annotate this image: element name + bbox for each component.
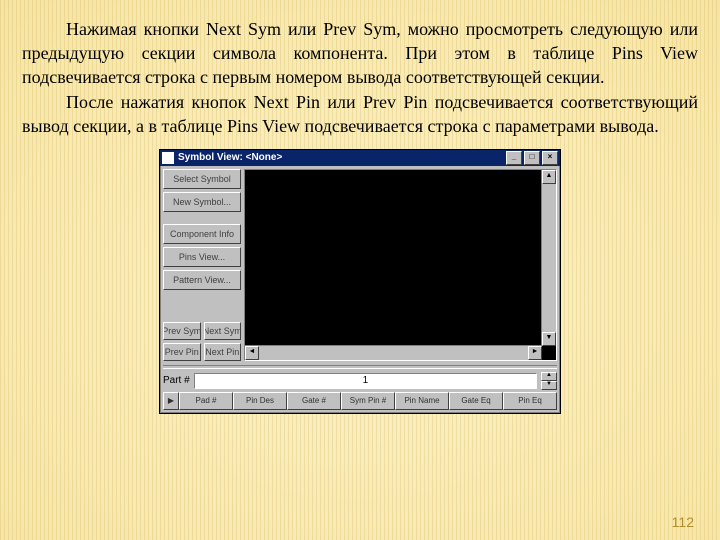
part-label: Part # — [163, 375, 190, 386]
vertical-scrollbar[interactable]: ▲ ▼ — [541, 170, 556, 346]
spin-down-icon[interactable]: ▼ — [541, 381, 557, 390]
paragraph-2: После нажатия кнопок Next Pin или Prev P… — [22, 91, 698, 139]
scroll-left-icon[interactable]: ◄ — [245, 346, 259, 360]
separator — [163, 365, 557, 369]
page-number: 112 — [672, 514, 694, 530]
window-icon — [162, 152, 174, 164]
spin-up-icon[interactable]: ▲ — [541, 372, 557, 381]
part-number-row: Part # 1 ▲ ▼ — [160, 370, 560, 392]
col-gate[interactable]: Gate # — [287, 392, 341, 410]
paragraph-2-text: После нажатия кнопок Next Pin или Prev P… — [22, 92, 698, 136]
part-number-field[interactable]: 1 — [194, 373, 537, 389]
symbol-canvas: ▲ ▼ ◄ ► — [244, 169, 557, 361]
select-symbol-button[interactable]: Select Symbol — [163, 169, 241, 189]
close-button[interactable]: × — [542, 151, 558, 165]
col-pindes[interactable]: Pin Des — [233, 392, 287, 410]
horizontal-scrollbar[interactable]: ◄ ► — [245, 345, 542, 360]
col-pinname[interactable]: Pin Name — [395, 392, 449, 410]
window-title: Symbol View: <None> — [178, 152, 282, 163]
maximize-button[interactable]: □ — [524, 151, 540, 165]
next-pin-button[interactable]: Next Pin — [204, 343, 242, 361]
col-pineq[interactable]: Pin Eq — [503, 392, 557, 410]
part-spinner[interactable]: ▲ ▼ — [541, 372, 557, 390]
pins-view-button[interactable]: Pins View... — [163, 247, 241, 267]
col-gateeq[interactable]: Gate Eq — [449, 392, 503, 410]
col-sympin[interactable]: Sym Pin # — [341, 392, 395, 410]
row-pointer-icon: ▶ — [163, 392, 179, 410]
side-button-panel: Select Symbol New Symbol... Component In… — [163, 169, 241, 361]
symbol-view-window: Symbol View: <None> _ □ × Select Symbol … — [159, 149, 561, 414]
paragraph-1-text: Нажимая кнопки Next Sym или Prev Sym, мо… — [22, 19, 698, 87]
col-pad[interactable]: Pad # — [179, 392, 233, 410]
scroll-up-icon[interactable]: ▲ — [542, 170, 556, 184]
component-info-button[interactable]: Component Info — [163, 224, 241, 244]
pattern-view-button[interactable]: Pattern View... — [163, 270, 241, 290]
pins-column-headers: ▶ Pad # Pin Des Gate # Sym Pin # Pin Nam… — [160, 392, 560, 413]
minimize-button[interactable]: _ — [506, 151, 522, 165]
scroll-down-icon[interactable]: ▼ — [542, 332, 556, 346]
new-symbol-button[interactable]: New Symbol... — [163, 192, 241, 212]
prev-pin-button[interactable]: Prev Pin — [163, 343, 201, 361]
paragraph-1: Нажимая кнопки Next Sym или Prev Sym, мо… — [22, 18, 698, 89]
prev-sym-button[interactable]: Prev Sym — [163, 322, 201, 340]
window-titlebar: Symbol View: <None> _ □ × — [160, 150, 560, 166]
scroll-right-icon[interactable]: ► — [528, 346, 542, 360]
next-sym-button[interactable]: Next Sym — [204, 322, 242, 340]
